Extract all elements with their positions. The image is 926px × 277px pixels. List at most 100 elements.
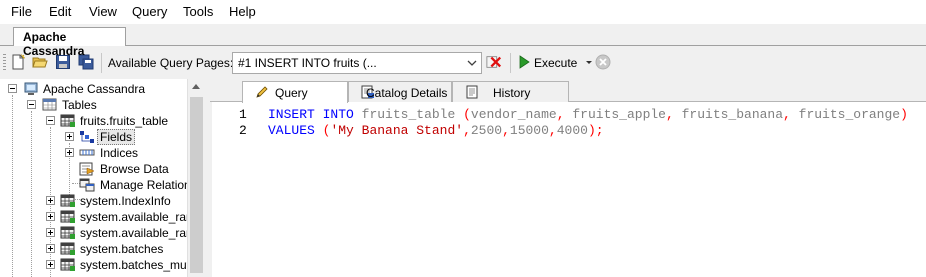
document-tab-apache-cassandra[interactable]: Apache Cassandra xyxy=(13,27,126,58)
document-tab-strip: Apache Cassandra xyxy=(0,24,926,58)
toolbar-separator xyxy=(510,53,511,73)
sql-comma: , xyxy=(502,123,510,138)
tree-node-root[interactable]: Apache Cassandra xyxy=(0,81,187,97)
expand-toggle[interactable] xyxy=(46,260,55,269)
table-icon xyxy=(60,258,75,271)
tree-node-system-table-label: system.IndexInfo xyxy=(80,194,171,208)
tree-node-system-table[interactable]: system.available_range xyxy=(0,209,204,225)
expand-toggle[interactable] xyxy=(46,244,55,253)
menu-edit[interactable]: Edit xyxy=(49,4,71,19)
query-editor[interactable]: 1 2 INSERT INTO fruits_table (vendor_nam… xyxy=(212,102,926,277)
expand-toggle[interactable] xyxy=(46,212,55,221)
tree-node-indices-label: Indices xyxy=(100,146,139,160)
tree-scrollbar[interactable] xyxy=(187,79,204,277)
tree-node-system-table[interactable]: system.batches_mutati xyxy=(0,257,203,273)
sql-identifier: fruits_banana xyxy=(681,107,784,122)
sql-keyword: INTO xyxy=(322,107,354,122)
pencil-icon xyxy=(256,86,268,98)
tree-node-system-table-label: system.available_range xyxy=(80,210,204,224)
collapse-toggle[interactable] xyxy=(8,84,17,93)
menu-view[interactable]: View xyxy=(89,4,117,19)
sql-number: 15000 xyxy=(509,123,549,138)
browse-data-icon xyxy=(79,162,95,176)
sql-identifier: fruits_table xyxy=(361,107,456,122)
delete-query-page-icon[interactable] xyxy=(486,54,502,70)
menu-query[interactable]: Query xyxy=(132,4,167,19)
menu-help[interactable]: Help xyxy=(229,4,256,19)
collapse-toggle[interactable] xyxy=(27,100,36,109)
tree-node-system-table[interactable]: system.available_range xyxy=(0,225,204,241)
scroll-up-arrow-icon[interactable] xyxy=(192,84,200,89)
sql-comma: , xyxy=(783,107,791,122)
tab-catalog-details-label: Catalog Details xyxy=(366,86,448,100)
stop-execution-icon[interactable] xyxy=(595,54,611,70)
tab-query-label: Query xyxy=(275,86,308,100)
code-line-2: VALUES ('My Banana Stand',2500,15000,400… xyxy=(268,123,604,138)
tab-query[interactable]: Query xyxy=(242,81,348,103)
sql-paren: ) xyxy=(587,123,596,138)
menu-bar: File Edit View Query Tools Help xyxy=(0,0,926,24)
available-query-pages-label: Available Query Pages: xyxy=(108,56,234,70)
sql-keyword: INSERT xyxy=(268,107,315,122)
tree-node-indices[interactable]: Indices xyxy=(0,145,187,161)
sql-identifier: vendor_name xyxy=(470,107,557,122)
tab-history[interactable]: History xyxy=(452,81,569,102)
fields-icon xyxy=(80,131,94,143)
sql-identifier: fruits_orange xyxy=(798,107,901,122)
sql-paren: ) xyxy=(900,107,908,122)
sql-identifier: fruits_apple xyxy=(572,107,666,122)
sql-string: 'My Banana Stand' xyxy=(330,123,464,138)
query-pages-dropdown[interactable]: #1 INSERT INTO fruits (... xyxy=(232,52,482,74)
tab-history-label: History xyxy=(493,86,531,100)
table-icon xyxy=(60,242,75,255)
expand-toggle[interactable] xyxy=(46,196,55,205)
tables-folder-icon xyxy=(42,98,57,111)
toolbar-separator xyxy=(101,53,102,73)
server-icon xyxy=(24,82,38,95)
menu-tools[interactable]: Tools xyxy=(183,4,213,19)
line-number: 2 xyxy=(239,123,247,138)
sql-comma: , xyxy=(463,123,471,138)
execute-play-icon[interactable] xyxy=(516,54,532,70)
chevron-down-icon[interactable] xyxy=(463,53,481,73)
code-line-1: INSERT INTO fruits_table (vendor_name, f… xyxy=(268,107,908,122)
collapse-toggle[interactable] xyxy=(46,116,55,125)
sql-keyword: VALUES xyxy=(268,123,315,138)
toolbar-grip[interactable] xyxy=(3,54,6,72)
tree-node-tables-label: Tables xyxy=(62,98,97,112)
expand-toggle[interactable] xyxy=(65,148,74,157)
sql-number: 4000 xyxy=(556,123,588,138)
tree-node-system-table[interactable]: system.batches xyxy=(0,241,187,257)
history-icon xyxy=(466,85,478,99)
tree-scrollbar-thumb[interactable] xyxy=(190,97,203,273)
table-icon xyxy=(60,114,75,127)
tree-node-manage-relationships[interactable]: Manage Relationsl xyxy=(0,177,199,193)
query-pages-selected-value: #1 INSERT INTO fruits (... xyxy=(238,56,377,70)
sql-semicolon: ; xyxy=(595,123,604,138)
tree-node-browse-data[interactable]: Browse Data xyxy=(0,161,187,177)
manage-relationships-icon xyxy=(79,178,95,192)
tree-node-browse-data-label: Browse Data xyxy=(100,162,169,176)
object-tree-panel: Apache Cassandra Tables fruits.fruits_ta… xyxy=(0,79,204,277)
tree-node-root-label: Apache Cassandra xyxy=(43,82,146,96)
panel-splitter[interactable] xyxy=(204,79,210,277)
tab-catalog-details[interactable]: Catalog Details xyxy=(348,81,452,102)
table-icon xyxy=(60,210,75,223)
tree-node-system-table-label: system.batches_mutati xyxy=(80,258,203,272)
sql-number: 2500 xyxy=(470,123,503,138)
sql-comma: , xyxy=(556,107,565,122)
tree-node-system-table-label: system.batches xyxy=(80,242,164,256)
tree-node-tables[interactable]: Tables xyxy=(0,97,187,113)
indices-icon xyxy=(79,149,95,156)
tree-node-system-table[interactable]: system.IndexInfo xyxy=(0,193,187,209)
expand-toggle[interactable] xyxy=(65,132,74,141)
tree-node-manage-relationships-label: Manage Relationsl xyxy=(100,178,200,192)
tree-node-fields[interactable]: Fields xyxy=(0,129,187,145)
line-number-gutter: 1 2 xyxy=(212,102,262,277)
expand-toggle[interactable] xyxy=(46,228,55,237)
tree-node-fruits-table-label: fruits.fruits_table xyxy=(80,114,169,128)
menu-file[interactable]: File xyxy=(11,4,32,19)
execute-button[interactable]: Execute xyxy=(534,56,577,70)
tree-node-fruits-table[interactable]: fruits.fruits_table xyxy=(0,113,187,129)
sql-comma: , xyxy=(665,107,674,122)
